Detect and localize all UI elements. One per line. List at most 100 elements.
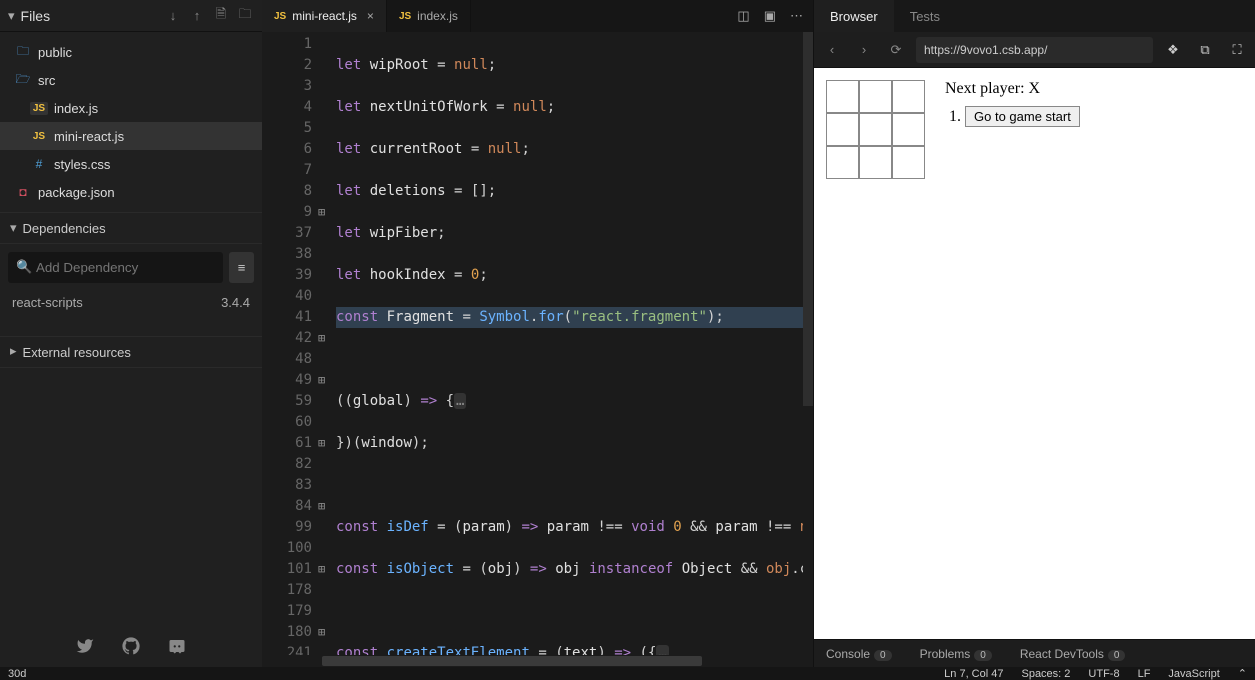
tab-tests[interactable]: Tests xyxy=(894,0,956,32)
horizontal-scrollbar[interactable] xyxy=(262,655,813,667)
line-gutter: 1234567893738394041424849596061828384991… xyxy=(262,32,318,655)
status-bar: 30d Ln 7, Col 47 Spaces: 2 UTF-8 LF Java… xyxy=(0,667,1255,680)
folder-icon: 🗀 xyxy=(14,42,32,63)
tab-index[interactable]: JS index.js xyxy=(387,0,471,32)
new-file-icon[interactable]: 🗎 xyxy=(212,5,230,27)
goto-start-button[interactable]: Go to game start xyxy=(965,106,1080,127)
folder-open-icon: 🗁 xyxy=(14,70,32,91)
file-label: mini-react.js xyxy=(54,129,124,144)
board-cell[interactable] xyxy=(826,113,859,146)
tab-react-devtools[interactable]: React DevTools0 xyxy=(1020,647,1126,661)
chevron-right-icon: ▸ xyxy=(10,343,17,359)
js-file-icon: JS xyxy=(274,11,286,22)
board-cell[interactable] xyxy=(826,80,859,113)
json-file-icon: ◘ xyxy=(14,185,32,199)
editor-tabs: JS mini-react.js × JS index.js ◫ ▣ ⋯ xyxy=(262,0,813,32)
download-icon[interactable]: ↓ xyxy=(164,8,182,23)
chevron-down-icon[interactable]: ▾ xyxy=(8,8,15,24)
bottom-panel-tabs: Console0 Problems0 React DevTools0 xyxy=(814,639,1255,667)
external-resources-header[interactable]: ▸ External resources xyxy=(0,336,262,368)
github-icon[interactable] xyxy=(122,637,140,658)
folder-public[interactable]: 🗀 public xyxy=(0,38,262,66)
status-cursor[interactable]: Ln 7, Col 47 xyxy=(944,668,1003,680)
tab-browser[interactable]: Browser xyxy=(814,0,894,32)
board-cell[interactable] xyxy=(892,80,925,113)
code-area[interactable]: 1234567893738394041424849596061828384991… xyxy=(262,32,813,655)
files-title: Files xyxy=(21,8,158,24)
status-lang[interactable]: JavaScript xyxy=(1168,668,1219,680)
external-resources-label: External resources xyxy=(23,345,131,360)
game-board xyxy=(826,80,925,179)
codesandbox-icon[interactable]: ❖ xyxy=(1161,42,1185,58)
file-styles-css[interactable]: # styles.css xyxy=(0,150,262,178)
minimap[interactable] xyxy=(803,32,813,655)
file-package-json[interactable]: ◘ package.json xyxy=(0,178,262,206)
dependency-search-input[interactable] xyxy=(8,252,223,283)
chevron-down-icon: ▾ xyxy=(10,220,17,236)
expand-icon[interactable]: ⛶ xyxy=(1225,42,1249,58)
url-input[interactable] xyxy=(916,37,1153,63)
fold-column: ⊞ ⊞ ⊞ ⊞ ⊞ ⊞ ⊞ xyxy=(318,32,332,655)
more-icon[interactable]: ⋯ xyxy=(790,8,803,24)
tab-mini-react[interactable]: JS mini-react.js × xyxy=(262,0,387,32)
split-editor-icon[interactable]: ◫ xyxy=(737,8,749,24)
search-icon: 🔍 xyxy=(16,259,32,275)
board-cell[interactable] xyxy=(892,146,925,179)
upload-icon[interactable]: ↑ xyxy=(188,8,206,23)
moves-list: Go to game start xyxy=(945,106,1080,127)
browser-toolbar: ‹ › ⟳ ❖ ⧉ ⛶ xyxy=(814,32,1255,68)
reload-icon[interactable]: ⟳ xyxy=(884,42,908,58)
new-window-icon[interactable]: ⧉ xyxy=(1193,42,1217,58)
file-label: index.js xyxy=(54,101,98,116)
dependency-version: 3.4.4 xyxy=(221,295,250,310)
js-file-icon: JS xyxy=(30,102,48,115)
file-mini-react-js[interactable]: JS mini-react.js xyxy=(0,122,262,150)
js-file-icon: JS xyxy=(30,130,48,143)
status-left[interactable]: 30d xyxy=(8,668,926,680)
file-index-js[interactable]: JS index.js xyxy=(0,94,262,122)
back-icon[interactable]: ‹ xyxy=(820,42,844,57)
chevron-up-icon[interactable]: ⌃ xyxy=(1238,667,1247,680)
file-label: package.json xyxy=(38,185,115,200)
css-file-icon: # xyxy=(30,157,48,171)
board-cell[interactable] xyxy=(892,113,925,146)
dependency-row[interactable]: react-scripts 3.4.4 xyxy=(0,289,262,312)
tab-label: index.js xyxy=(417,9,458,23)
status-encoding[interactable]: UTF-8 xyxy=(1088,668,1119,680)
files-header: ▾ Files ↓ ↑ 🗎 🗀 xyxy=(0,0,262,32)
code-text[interactable]: let wipRoot = null; let nextUnitOfWork =… xyxy=(332,32,803,655)
preview-tabs: Browser Tests xyxy=(814,0,1255,32)
tab-problems[interactable]: Problems0 xyxy=(920,647,992,661)
close-icon[interactable]: × xyxy=(367,9,374,23)
forward-icon[interactable]: › xyxy=(852,42,876,57)
board-cell[interactable] xyxy=(826,146,859,179)
sidebar: ▾ Files ↓ ↑ 🗎 🗀 🗀 public 🗁 src JS index.… xyxy=(0,0,262,667)
tab-label: mini-react.js xyxy=(292,9,357,23)
status-eol[interactable]: LF xyxy=(1138,668,1151,680)
discord-icon[interactable] xyxy=(168,637,186,658)
tab-console[interactable]: Console0 xyxy=(826,647,892,661)
dependency-search-row: 🔍 ≡ xyxy=(0,244,262,289)
folder-label: src xyxy=(38,73,55,88)
dependency-name: react-scripts xyxy=(12,295,83,310)
board-cell[interactable] xyxy=(859,80,892,113)
board-cell[interactable] xyxy=(859,146,892,179)
twitter-icon[interactable] xyxy=(76,637,94,658)
file-tree: 🗀 public 🗁 src JS index.js JS mini-react… xyxy=(0,32,262,212)
preview-pane: Browser Tests ‹ › ⟳ ❖ ⧉ ⛶ Next player: X xyxy=(813,0,1255,667)
folder-label: public xyxy=(38,45,72,60)
board-cell[interactable] xyxy=(859,113,892,146)
layout-icon[interactable]: ▣ xyxy=(764,8,776,24)
browser-frame: Next player: X Go to game start xyxy=(814,68,1255,639)
game-status: Next player: X xyxy=(945,80,1080,98)
editor-pane: JS mini-react.js × JS index.js ◫ ▣ ⋯ 123… xyxy=(262,0,813,667)
sidebar-footer xyxy=(0,627,262,667)
folder-src[interactable]: 🗁 src xyxy=(0,66,262,94)
dependency-menu-button[interactable]: ≡ xyxy=(229,252,254,283)
editor-actions: ◫ ▣ ⋯ xyxy=(727,0,813,32)
status-spaces[interactable]: Spaces: 2 xyxy=(1021,668,1070,680)
js-file-icon: JS xyxy=(399,11,411,22)
dependencies-header[interactable]: ▾ Dependencies xyxy=(0,212,262,244)
new-folder-icon[interactable]: 🗀 xyxy=(236,5,254,27)
dependencies-label: Dependencies xyxy=(23,221,106,236)
